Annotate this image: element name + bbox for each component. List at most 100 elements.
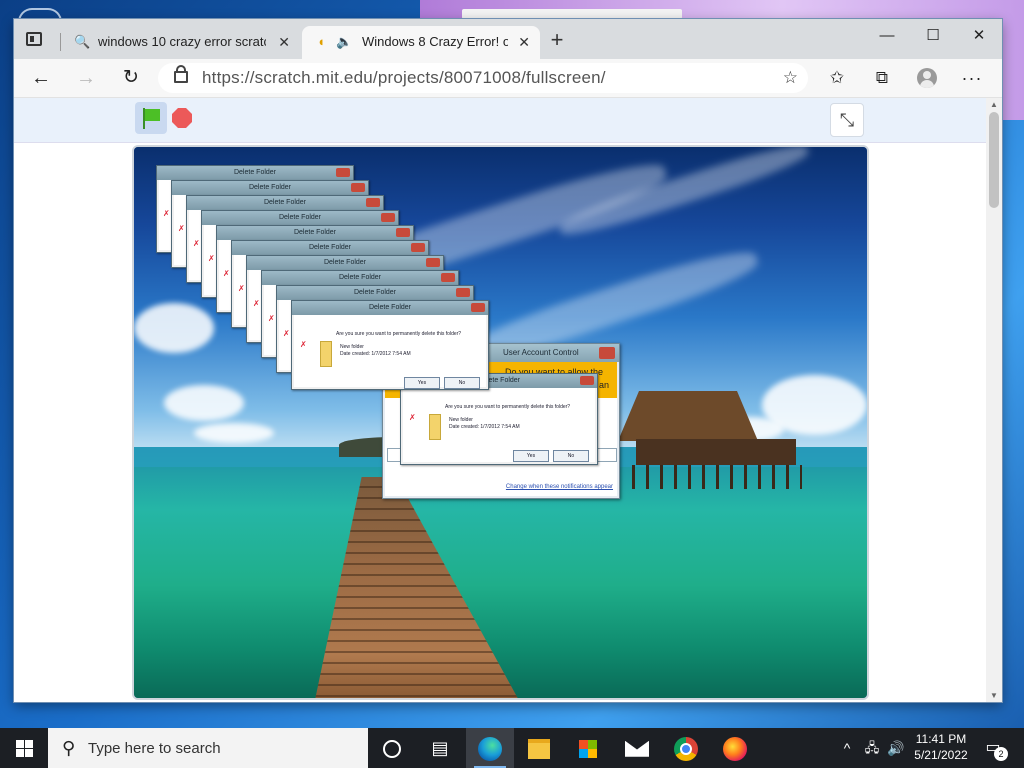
tab-search-results[interactable]: 🔍 windows 10 crazy error scratch - ✕ — [62, 26, 300, 59]
folder-date: Date created: 1/7/2012 7:54 AM — [340, 351, 411, 357]
green-flag-button[interactable] — [135, 102, 167, 134]
error-icon: ✗ — [208, 254, 215, 263]
dialog-close-button[interactable] — [366, 198, 380, 207]
tab-separator — [60, 33, 61, 51]
close-window-button[interactable]: ✕ — [956, 23, 1002, 49]
taskbar-clock[interactable]: 11:41 PM 5/21/2022 — [906, 731, 976, 763]
dialog-close-button[interactable] — [471, 303, 485, 312]
scratch-stage[interactable]: User Account Control Do you want to allo… — [132, 145, 869, 700]
cloud — [194, 423, 274, 443]
folder-icon — [429, 414, 441, 440]
uac-settings-link[interactable]: Change when these notifications appear — [506, 484, 613, 490]
chrome-icon[interactable] — [662, 728, 710, 768]
cortana-icon[interactable] — [368, 728, 416, 768]
exit-fullscreen-button[interactable]: ⤡ — [830, 103, 864, 137]
dialog-question: Are you sure you want to permanently del… — [445, 404, 571, 410]
clock-time: 11:41 PM — [915, 732, 967, 746]
dialog-title: Delete Folder — [172, 181, 368, 195]
hut-deck — [636, 439, 796, 465]
scroll-up-icon[interactable]: ▲ — [990, 100, 998, 109]
minimize-button[interactable]: — — [864, 23, 910, 49]
tab-label: Windows 8 Crazy Error! on Scratch — [362, 34, 508, 49]
edge-icon[interactable] — [466, 728, 514, 768]
dialog-body: ✗ Are you sure you want to permanently de… — [294, 315, 486, 389]
uac-close-button[interactable] — [599, 347, 615, 359]
dialog-close-button[interactable] — [381, 213, 395, 222]
search-icon: 🔍 — [74, 34, 91, 49]
firefox-icon[interactable] — [711, 728, 759, 768]
notifications-icon[interactable]: ▭ 2 — [982, 737, 1008, 761]
chevron-up-icon[interactable]: ^ — [836, 728, 858, 768]
dialog-close-button[interactable] — [336, 168, 350, 177]
error-icon: ✗ — [163, 209, 170, 218]
dialog-close-button[interactable] — [456, 288, 470, 297]
scroll-thumb[interactable] — [989, 112, 999, 208]
task-view-icon[interactable]: ▤ — [416, 728, 464, 768]
clock-date: 5/21/2022 — [914, 748, 968, 762]
dialog-title: Delete Folder — [232, 241, 428, 255]
stop-button[interactable] — [172, 108, 192, 128]
browser-toolbar: ← → ↻ https://scratch.mit.edu/projects/8… — [14, 59, 1002, 98]
dialog-close-button[interactable] — [411, 243, 425, 252]
start-button[interactable] — [0, 728, 48, 768]
network-icon[interactable]: 🖧 — [860, 728, 884, 768]
profile-avatar[interactable] — [916, 67, 938, 89]
error-icon: ✗ — [409, 413, 416, 422]
tab-scratch-project[interactable]: ◖ 🔈 Windows 8 Crazy Error! on Scratch ✕ — [302, 26, 540, 59]
file-explorer-icon[interactable] — [515, 728, 563, 768]
tab-close-button[interactable]: ✕ — [278, 33, 290, 51]
folder-icon — [320, 341, 332, 367]
more-options-icon[interactable]: ··· — [961, 67, 983, 89]
windows-taskbar: ⚲ Type here to search ▤ ^ 🖧 🔊 11:41 PM 5… — [0, 728, 1024, 768]
dialog-close-button[interactable] — [426, 258, 440, 267]
dialog-question: Are you sure you want to permanently del… — [336, 331, 462, 337]
error-icon: ✗ — [193, 239, 200, 248]
no-button[interactable]: No — [444, 377, 480, 389]
scroll-down-icon[interactable]: ▼ — [990, 691, 998, 700]
background-window-bar — [462, 9, 682, 19]
dialog-title: Delete Folder — [157, 166, 353, 180]
back-button[interactable]: ← — [28, 65, 54, 91]
tab-close-button[interactable]: ✕ — [518, 33, 530, 51]
dialog-title: Delete Folder — [277, 286, 473, 300]
url-text[interactable]: https://scratch.mit.edu/projects/8007100… — [202, 68, 606, 88]
page-content: ⤡ User Account Control Do you want to al… — [14, 98, 986, 702]
add-favorite-icon[interactable]: ☆ — [783, 68, 798, 88]
collections-icon[interactable]: ⧉ — [871, 67, 893, 89]
dialog-body: ✗ Are you sure you want to permanently d… — [403, 388, 595, 462]
refresh-button[interactable]: ↻ — [118, 65, 144, 91]
mail-icon[interactable] — [613, 728, 661, 768]
address-bar[interactable]: https://scratch.mit.edu/projects/8007100… — [158, 63, 808, 93]
dialog-close-button[interactable] — [580, 376, 594, 385]
speaker-icon[interactable]: 🔈 — [336, 34, 354, 50]
dialog-close-button[interactable] — [351, 183, 365, 192]
dialog-close-button[interactable] — [396, 228, 410, 237]
error-icon: ✗ — [300, 340, 307, 349]
no-button[interactable]: No — [553, 450, 589, 462]
store-icon[interactable] — [564, 728, 612, 768]
yes-button[interactable]: Yes — [513, 450, 549, 462]
error-icon: ✗ — [238, 284, 245, 293]
tab-actions-icon[interactable] — [26, 32, 42, 46]
scratch-controls-bar: ⤡ — [14, 98, 986, 143]
taskbar-search-box[interactable]: ⚲ Type here to search — [48, 728, 368, 768]
forward-button[interactable]: → — [73, 65, 99, 91]
maximize-button[interactable]: ☐ — [910, 23, 956, 49]
favorites-icon[interactable]: ✩ — [826, 67, 848, 89]
edge-browser-window: 🔍 windows 10 crazy error scratch - ✕ ◖ 🔈… — [14, 19, 1002, 702]
yes-button[interactable]: Yes — [404, 377, 440, 389]
new-tab-button[interactable]: + — [546, 29, 568, 51]
error-icon: ✗ — [223, 269, 230, 278]
cloud — [134, 303, 214, 353]
hut-stilts — [632, 465, 802, 489]
lock-icon[interactable] — [174, 65, 188, 83]
dialog-title: Delete Folder — [247, 256, 443, 270]
hut-roof — [618, 391, 758, 441]
page-scrollbar[interactable]: ▲ ▼ — [986, 98, 1002, 702]
volume-icon[interactable]: 🔊 — [884, 728, 908, 768]
delete-folder-dialog-front: Delete Folder ✗ Are you sure you want to p… — [291, 300, 489, 390]
dialog-close-button[interactable] — [441, 273, 455, 282]
search-placeholder: Type here to search — [88, 740, 221, 757]
search-icon: ⚲ — [62, 738, 76, 758]
dialog-title: Delete Folder — [217, 226, 413, 240]
